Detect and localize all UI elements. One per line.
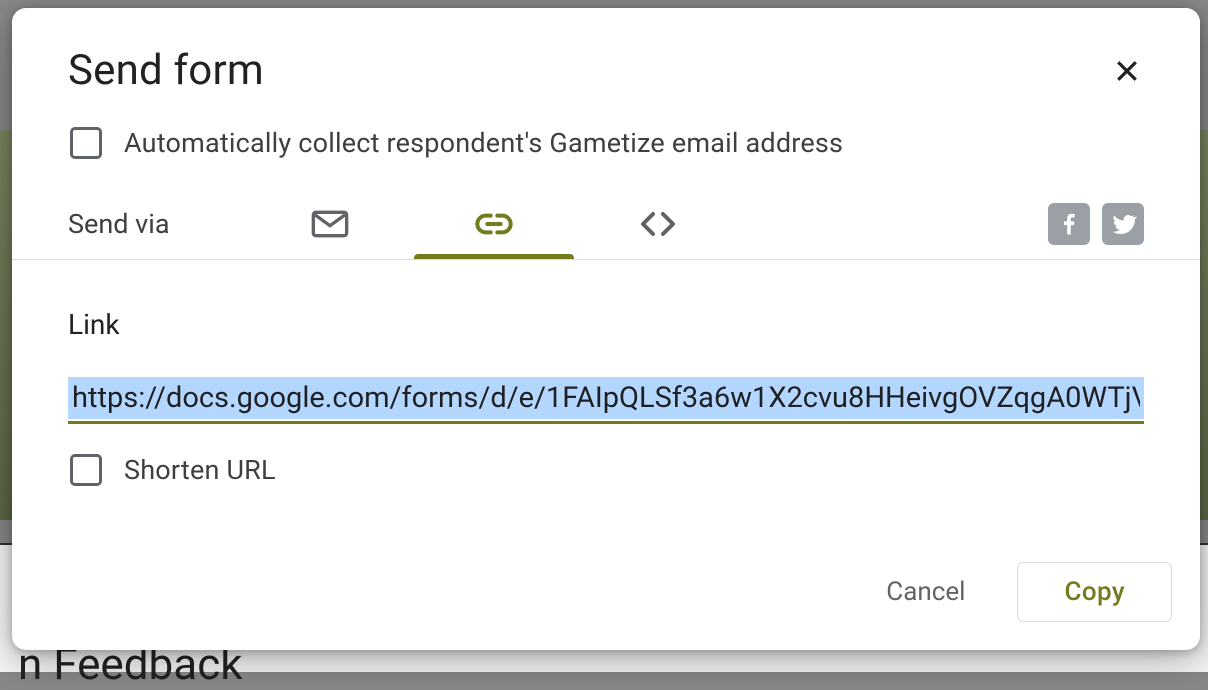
tab-email[interactable] — [248, 192, 412, 256]
send-via-label: Send via — [68, 208, 208, 240]
twitter-icon — [1109, 210, 1137, 238]
copy-button[interactable]: Copy — [1017, 562, 1172, 622]
link-section: Link — [12, 260, 1200, 434]
dialog-header: Send form — [12, 8, 1200, 119]
close-button[interactable] — [1110, 54, 1144, 88]
collect-email-checkbox[interactable] — [70, 127, 102, 159]
share-twitter-button[interactable] — [1102, 203, 1144, 245]
link-section-title: Link — [68, 308, 1144, 341]
input-underline — [68, 421, 1144, 424]
shorten-url-label: Shorten URL — [124, 454, 276, 486]
cancel-button[interactable]: Cancel — [862, 565, 989, 619]
tab-embed[interactable] — [576, 192, 740, 256]
collect-email-option: Automatically collect respondent's Gamet… — [12, 119, 1200, 189]
link-icon — [474, 204, 514, 244]
link-url-input[interactable] — [68, 377, 1144, 419]
close-icon — [1112, 56, 1142, 86]
collect-email-label: Automatically collect respondent's Gamet… — [124, 127, 843, 159]
mail-icon — [310, 204, 350, 244]
share-facebook-button[interactable] — [1048, 203, 1090, 245]
send-via-tabs: Send via — [12, 189, 1200, 259]
tab-link[interactable] — [412, 192, 576, 256]
code-icon — [638, 204, 678, 244]
dialog-title: Send form — [68, 46, 264, 95]
dialog-footer: Cancel Copy — [12, 562, 1200, 650]
shorten-url-option: Shorten URL — [12, 434, 1200, 486]
shorten-url-checkbox[interactable] — [70, 454, 102, 486]
send-form-dialog: Send form Automatically collect responde… — [12, 8, 1200, 650]
facebook-icon — [1055, 210, 1083, 238]
